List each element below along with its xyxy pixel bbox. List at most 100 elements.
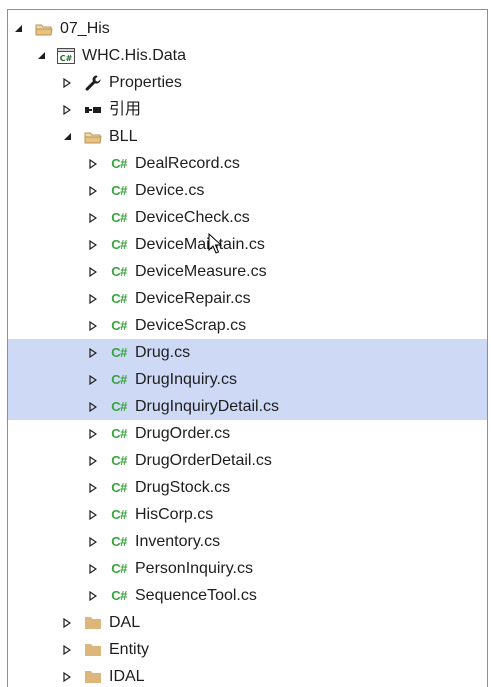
collapsed-arrow-icon[interactable] — [85, 420, 101, 447]
collapsed-arrow-icon[interactable] — [85, 258, 101, 285]
folder-icon — [83, 613, 103, 633]
expanded-arrow-icon[interactable] — [59, 123, 75, 150]
csharp-file-icon: C# — [111, 426, 127, 441]
file-item-11[interactable]: C# DrugOrderDetail.cs — [8, 447, 487, 474]
csharp-file-icon: C# — [111, 561, 127, 576]
expanded-arrow-icon[interactable] — [10, 15, 26, 42]
collapsed-arrow-icon[interactable] — [59, 96, 75, 123]
solution-label: 07_His — [60, 20, 110, 37]
properties-label: Properties — [109, 74, 182, 91]
tree-node-solution[interactable]: 07_His — [8, 15, 487, 42]
collapsed-arrow-icon[interactable] — [85, 231, 101, 258]
references-label: 引用 — [109, 101, 142, 118]
collapsed-arrow-icon[interactable] — [85, 555, 101, 582]
file-item-6[interactable]: C# DeviceScrap.cs — [8, 312, 487, 339]
collapsed-arrow-icon[interactable] — [85, 474, 101, 501]
file-label: DrugInquiry.cs — [135, 371, 237, 388]
csharp-file-icon: C# — [111, 534, 127, 549]
csharp-file-icon: C# — [111, 399, 127, 414]
collapsed-arrow-icon[interactable] — [85, 150, 101, 177]
file-label: DrugOrderDetail.cs — [135, 452, 272, 469]
file-label: DealRecord.cs — [135, 155, 240, 172]
tree-node-references[interactable]: 引用 — [8, 96, 487, 123]
collapsed-arrow-icon[interactable] — [59, 636, 75, 663]
file-item-4[interactable]: C# DeviceMeasure.cs — [8, 258, 487, 285]
csharp-file-icon: C# — [111, 291, 127, 306]
svg-text:C#: C# — [60, 54, 73, 63]
folder-icon — [83, 640, 103, 660]
file-label: Inventory.cs — [135, 533, 221, 550]
file-label: HisCorp.cs — [135, 506, 214, 523]
collapsed-arrow-icon[interactable] — [59, 609, 75, 636]
open-folder-icon — [83, 127, 103, 147]
bll-label: BLL — [109, 128, 138, 145]
folder-label: Entity — [109, 641, 150, 658]
collapsed-arrow-icon[interactable] — [85, 393, 101, 420]
folder-label: DAL — [109, 614, 141, 631]
file-item-8[interactable]: C# DrugInquiry.cs — [8, 366, 487, 393]
csharp-file-icon: C# — [111, 480, 127, 495]
collapsed-arrow-icon[interactable] — [85, 366, 101, 393]
folder-icon — [83, 667, 103, 687]
csharp-project-icon: C# — [56, 46, 76, 66]
file-item-2[interactable]: C# DeviceCheck.cs — [8, 204, 487, 231]
folder-label: IDAL — [109, 668, 145, 685]
csharp-file-icon: C# — [111, 210, 127, 225]
file-item-7[interactable]: C# Drug.cs — [8, 339, 487, 366]
file-item-14[interactable]: C# Inventory.cs — [8, 528, 487, 555]
csharp-file-icon: C# — [111, 183, 127, 198]
csharp-file-icon: C# — [111, 372, 127, 387]
collapsed-arrow-icon[interactable] — [85, 339, 101, 366]
file-label: Drug.cs — [135, 344, 191, 361]
file-label: DeviceMaintain.cs — [135, 236, 265, 253]
file-label: DeviceCheck.cs — [135, 209, 250, 226]
references-icon — [83, 100, 103, 120]
collapsed-arrow-icon[interactable] — [85, 501, 101, 528]
collapsed-arrow-icon[interactable] — [85, 528, 101, 555]
file-label: Device.cs — [135, 182, 205, 199]
wrench-icon — [83, 73, 103, 93]
tree-node-properties[interactable]: Properties — [8, 69, 487, 96]
file-item-0[interactable]: C# DealRecord.cs — [8, 150, 487, 177]
file-item-1[interactable]: C# Device.cs — [8, 177, 487, 204]
csharp-file-icon: C# — [111, 318, 127, 333]
file-label: DeviceScrap.cs — [135, 317, 247, 334]
csharp-file-icon: C# — [111, 507, 127, 522]
file-item-12[interactable]: C# DrugStock.cs — [8, 474, 487, 501]
file-label: DrugOrder.cs — [135, 425, 231, 442]
file-item-16[interactable]: C# SequenceTool.cs — [8, 582, 487, 609]
csharp-file-icon: C# — [111, 345, 127, 360]
collapsed-arrow-icon[interactable] — [59, 663, 75, 687]
tree-node-idal[interactable]: IDAL — [8, 663, 487, 687]
file-item-10[interactable]: C# DrugOrder.cs — [8, 420, 487, 447]
csharp-file-icon: C# — [111, 237, 127, 252]
collapsed-arrow-icon[interactable] — [85, 582, 101, 609]
file-label: DrugInquiryDetail.cs — [135, 398, 280, 415]
collapsed-arrow-icon[interactable] — [85, 204, 101, 231]
tree-node-entity[interactable]: Entity — [8, 636, 487, 663]
project-label: WHC.His.Data — [82, 47, 187, 64]
solution-folder-icon — [34, 19, 54, 39]
collapsed-arrow-icon[interactable] — [85, 312, 101, 339]
file-label: DrugStock.cs — [135, 479, 231, 496]
tree-node-bll[interactable]: BLL — [8, 123, 487, 150]
tree-node-dal[interactable]: DAL — [8, 609, 487, 636]
file-label: DeviceMeasure.cs — [135, 263, 267, 280]
collapsed-arrow-icon[interactable] — [85, 447, 101, 474]
collapsed-arrow-icon[interactable] — [85, 285, 101, 312]
csharp-file-icon: C# — [111, 453, 127, 468]
file-item-9[interactable]: C# DrugInquiryDetail.cs — [8, 393, 487, 420]
tree-node-project[interactable]: C# WHC.His.Data — [8, 42, 487, 69]
file-label: PersonInquiry.cs — [135, 560, 253, 577]
file-label: SequenceTool.cs — [135, 587, 257, 604]
file-item-5[interactable]: C# DeviceRepair.cs — [8, 285, 487, 312]
expanded-arrow-icon[interactable] — [33, 42, 49, 69]
collapsed-arrow-icon[interactable] — [59, 69, 75, 96]
collapsed-arrow-icon[interactable] — [85, 177, 101, 204]
file-item-3[interactable]: C# DeviceMaintain.cs — [8, 231, 487, 258]
file-item-15[interactable]: C# PersonInquiry.cs — [8, 555, 487, 582]
csharp-file-icon: C# — [111, 588, 127, 603]
file-item-13[interactable]: C# HisCorp.cs — [8, 501, 487, 528]
csharp-file-icon: C# — [111, 156, 127, 171]
solution-explorer-tree: 07_His C# WHC.His.Data Properties 引用 BLL… — [7, 9, 488, 687]
